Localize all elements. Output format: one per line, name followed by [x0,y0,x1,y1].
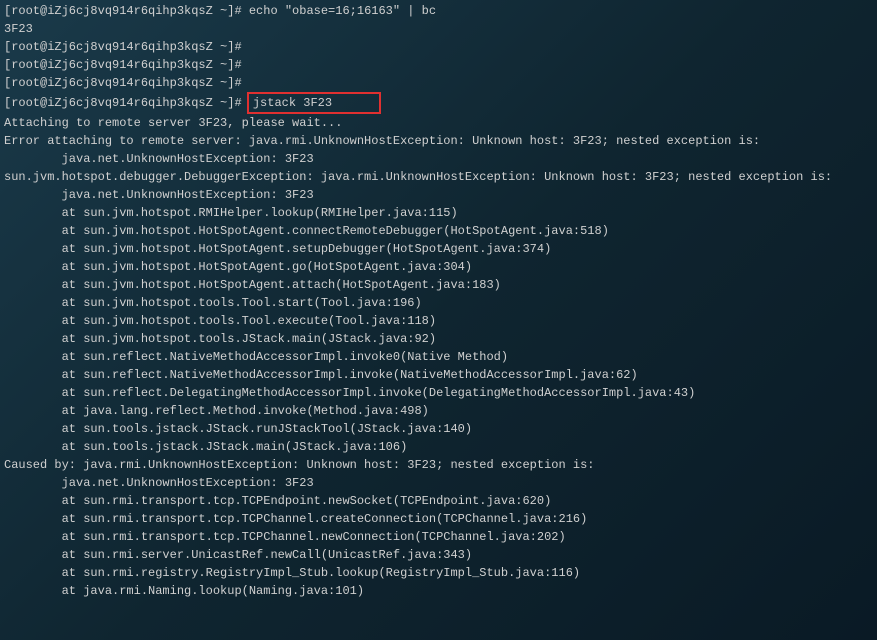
highlighted-command: jstack 3F23 [253,96,375,110]
trace-line: at sun.rmi.registry.RegistryImpl_Stub.lo… [4,564,873,582]
trace-line: at java.rmi.Naming.lookup(Naming.java:10… [4,582,873,600]
trace-line: at sun.jvm.hotspot.HotSpotAgent.attach(H… [4,276,873,294]
trace-line: at sun.rmi.transport.tcp.TCPChannel.newC… [4,528,873,546]
exception-line: java.net.UnknownHostException: 3F23 [4,186,873,204]
trace-line: at sun.tools.jstack.JStack.main(JStack.j… [4,438,873,456]
error-line: sun.jvm.hotspot.debugger.DebuggerExcepti… [4,168,873,186]
shell-prompt: [root@iZj6cj8vq914r6qihp3kqsZ ~]# [4,76,242,90]
trace-line: at sun.jvm.hotspot.HotSpotAgent.setupDeb… [4,240,873,258]
prompt-line-highlighted[interactable]: [root@iZj6cj8vq914r6qihp3kqsZ ~]# jstack… [4,92,873,114]
shell-prompt: [root@iZj6cj8vq914r6qihp3kqsZ ~]# [4,58,242,72]
trace-line: at sun.reflect.NativeMethodAccessorImpl.… [4,366,873,384]
caused-by-line: Caused by: java.rmi.UnknownHostException… [4,456,873,474]
highlighted-command-box: jstack 3F23 [247,92,381,114]
prompt-line-2[interactable]: [root@iZj6cj8vq914r6qihp3kqsZ ~]# [4,38,873,56]
error-line: Error attaching to remote server: java.r… [4,132,873,150]
prompt-line-4[interactable]: [root@iZj6cj8vq914r6qihp3kqsZ ~]# [4,74,873,92]
terminal-output: [root@iZj6cj8vq914r6qihp3kqsZ ~]# echo "… [4,2,873,600]
exception-line: java.net.UnknownHostException: 3F23 [4,150,873,168]
trace-line: at sun.jvm.hotspot.tools.Tool.start(Tool… [4,294,873,312]
output-line: Attaching to remote server 3F23, please … [4,114,873,132]
output-line: 3F23 [4,20,873,38]
trace-line: at sun.reflect.DelegatingMethodAccessorI… [4,384,873,402]
prompt-line-1: [root@iZj6cj8vq914r6qihp3kqsZ ~]# echo "… [4,2,873,20]
trace-line: at sun.rmi.transport.tcp.TCPEndpoint.new… [4,492,873,510]
trace-line: at sun.jvm.hotspot.tools.Tool.execute(To… [4,312,873,330]
trace-line: at sun.jvm.hotspot.HotSpotAgent.connectR… [4,222,873,240]
trace-line: at sun.rmi.transport.tcp.TCPChannel.crea… [4,510,873,528]
command-text: echo "obase=16;16163" | bc [249,4,436,18]
shell-prompt: [root@iZj6cj8vq914r6qihp3kqsZ ~]# [4,40,242,54]
exception-line: java.net.UnknownHostException: 3F23 [4,474,873,492]
trace-line: at sun.rmi.server.UnicastRef.newCall(Uni… [4,546,873,564]
trace-line: at sun.jvm.hotspot.HotSpotAgent.go(HotSp… [4,258,873,276]
trace-line: at sun.jvm.hotspot.tools.JStack.main(JSt… [4,330,873,348]
trace-line: at sun.reflect.NativeMethodAccessorImpl.… [4,348,873,366]
trace-line: at sun.tools.jstack.JStack.runJStackTool… [4,420,873,438]
trace-line: at sun.jvm.hotspot.RMIHelper.lookup(RMIH… [4,204,873,222]
shell-prompt: [root@iZj6cj8vq914r6qihp3kqsZ ~]# [4,4,242,18]
prompt-line-3[interactable]: [root@iZj6cj8vq914r6qihp3kqsZ ~]# [4,56,873,74]
shell-prompt: [root@iZj6cj8vq914r6qihp3kqsZ ~]# [4,96,242,110]
trace-line: at java.lang.reflect.Method.invoke(Metho… [4,402,873,420]
